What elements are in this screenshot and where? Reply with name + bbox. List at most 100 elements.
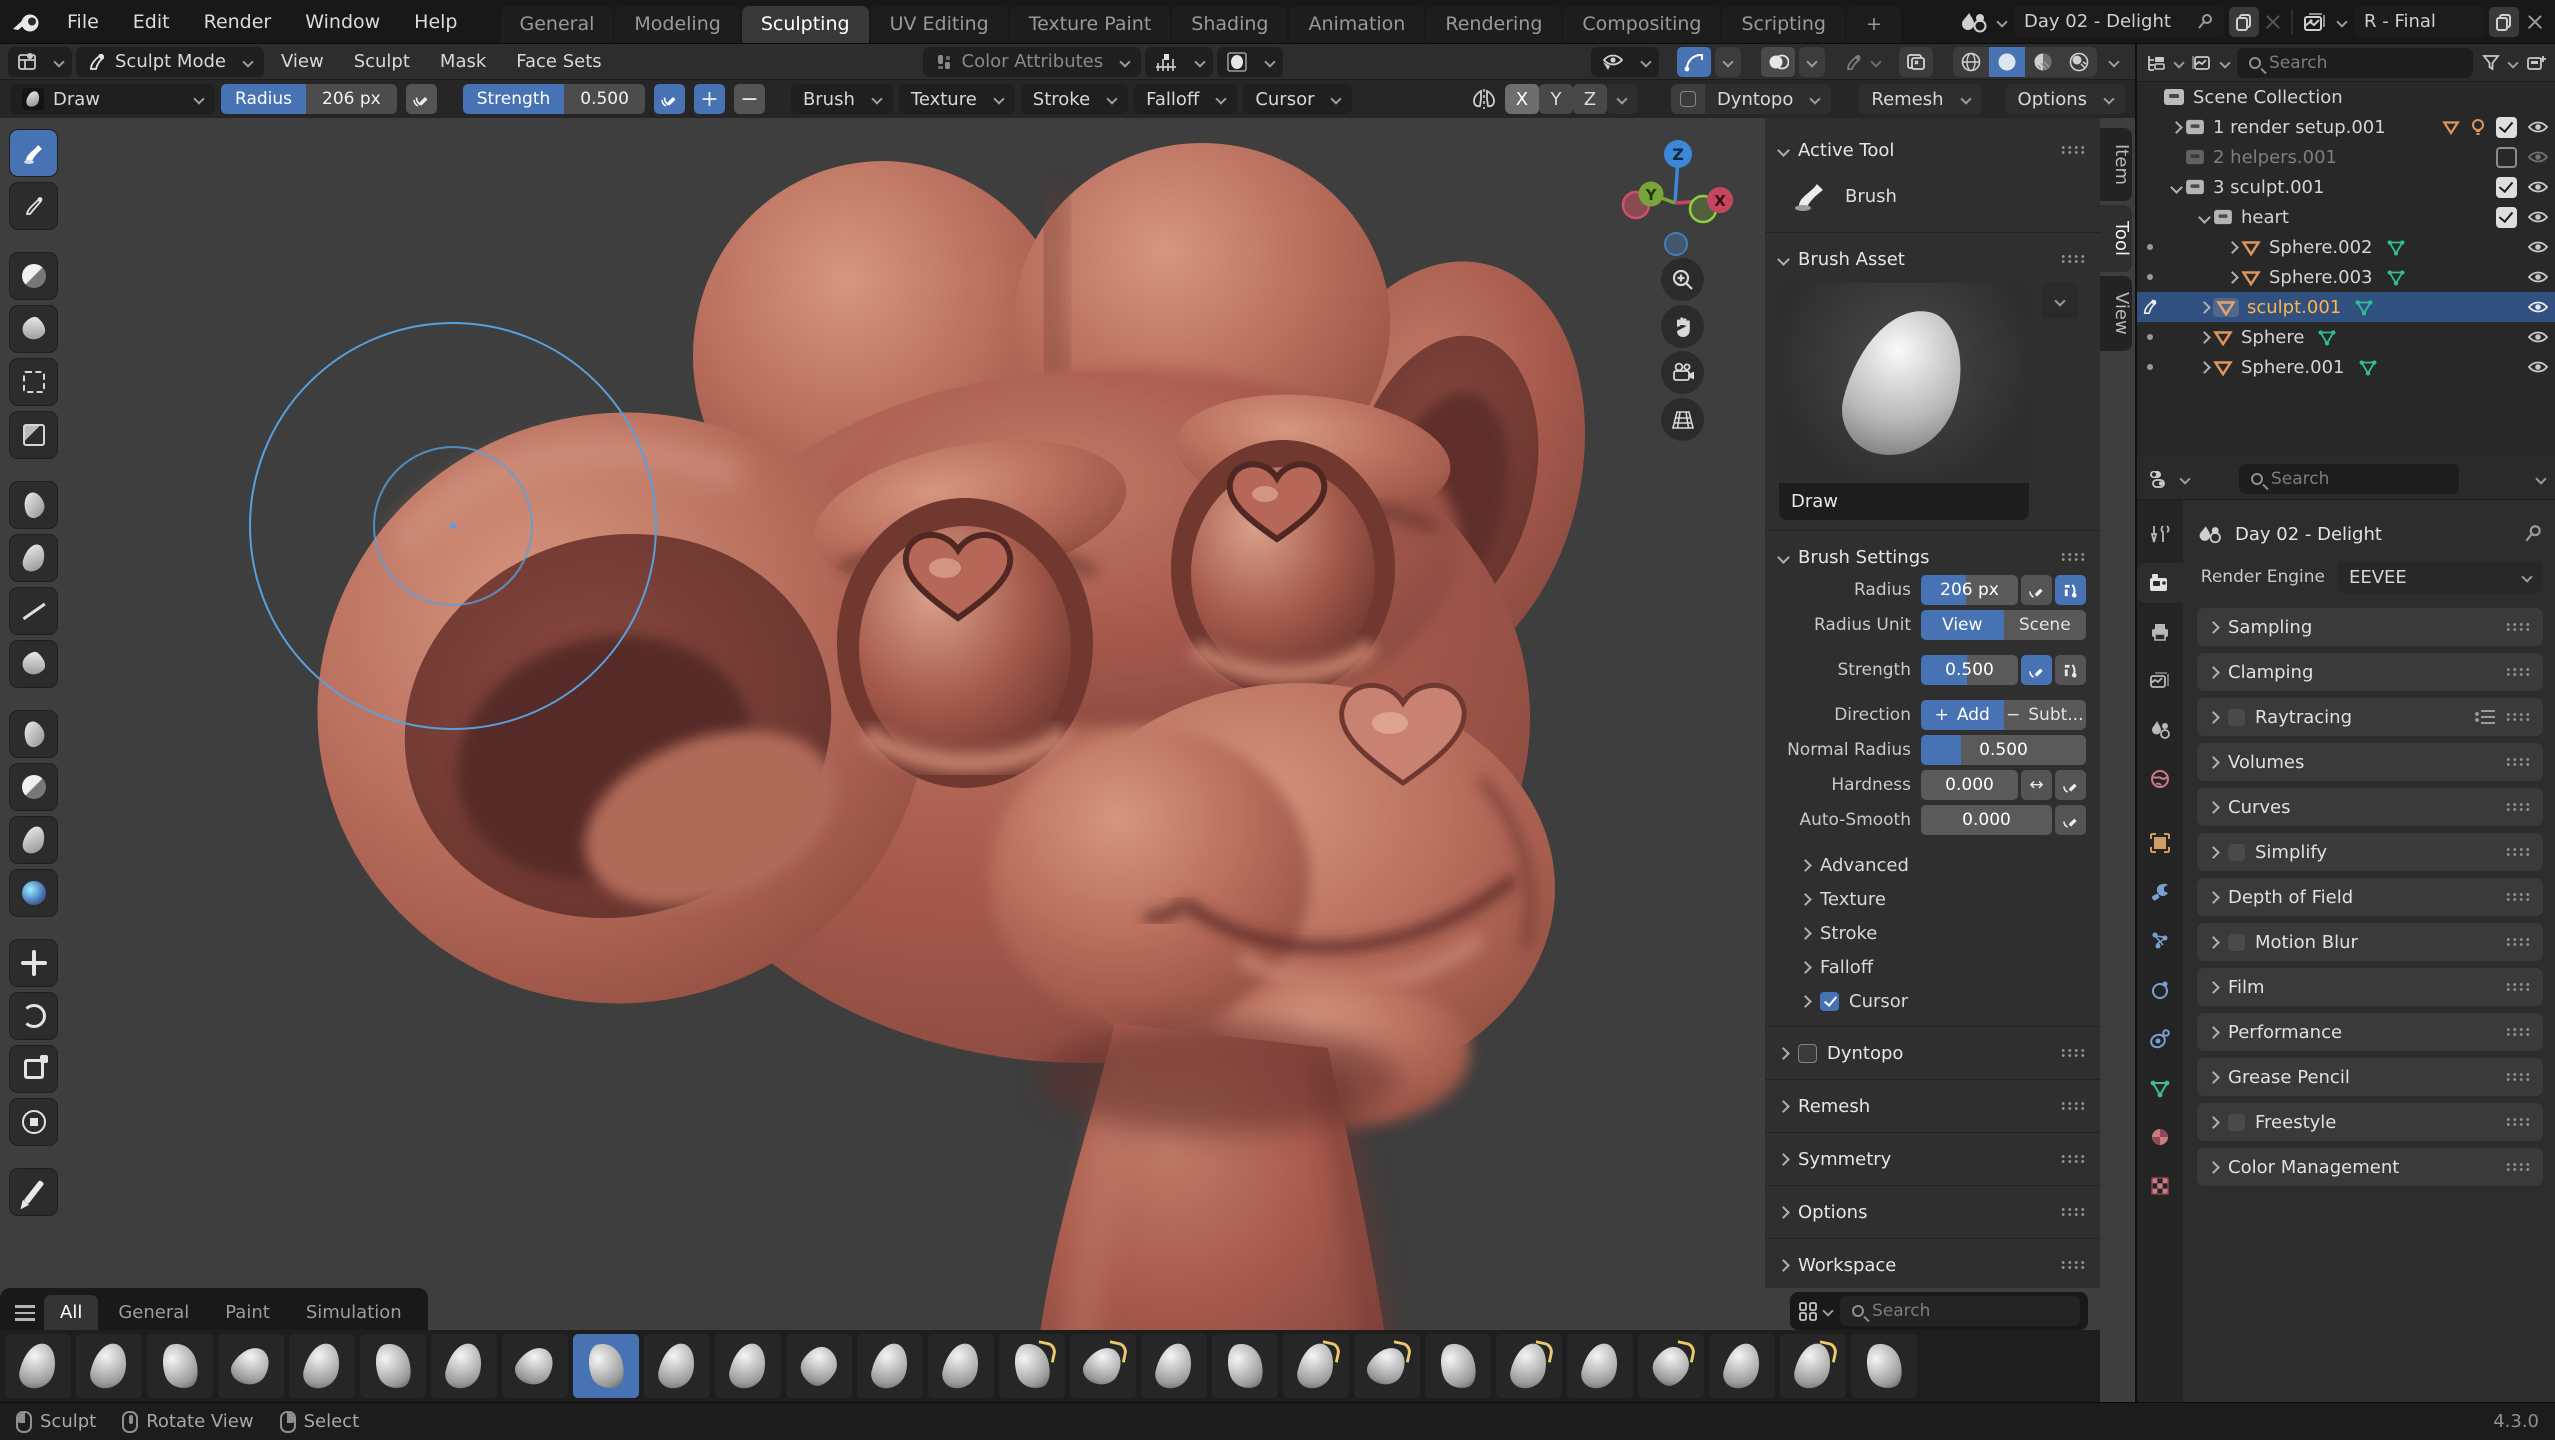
simplify-checkbox[interactable] bbox=[2228, 844, 2245, 861]
color-attributes-dropdown[interactable]: Color Attributes bbox=[923, 47, 1142, 77]
strength-unified-button[interactable] bbox=[2055, 655, 2086, 685]
shelf-menu-button[interactable] bbox=[10, 1300, 40, 1326]
drag-handle[interactable] bbox=[2505, 847, 2531, 857]
outliner-row-helpers[interactable]: 2 helpers.001 bbox=[2137, 142, 2555, 172]
panel-simplify[interactable]: Simplify bbox=[2197, 833, 2543, 871]
workspace-tab-shading[interactable]: Shading bbox=[1172, 6, 1287, 43]
brush-thumb[interactable] bbox=[5, 1334, 71, 1398]
eye-icon[interactable] bbox=[2527, 209, 2549, 225]
filter-chevron[interactable] bbox=[2507, 57, 2518, 68]
tool-color-filter[interactable] bbox=[10, 764, 57, 810]
brush-shape-dropdown[interactable] bbox=[1217, 47, 1283, 77]
tab-object-properties[interactable] bbox=[2137, 823, 2183, 863]
eye-icon[interactable] bbox=[2527, 299, 2549, 315]
tool-mask-by-color[interactable] bbox=[10, 870, 57, 916]
eye-icon[interactable] bbox=[2527, 119, 2549, 135]
brush-thumb[interactable] bbox=[1425, 1334, 1491, 1398]
tool-box-hide[interactable] bbox=[10, 412, 57, 458]
display-mode-chevron[interactable] bbox=[2219, 57, 2230, 68]
radius-unit-view[interactable]: View bbox=[1921, 610, 2004, 640]
sidebar-tab-view[interactable]: View bbox=[2100, 276, 2132, 351]
freestyle-checkbox[interactable] bbox=[2228, 1114, 2245, 1131]
add-workspace-button[interactable]: + bbox=[1847, 6, 1901, 43]
tool-annotate[interactable] bbox=[10, 1169, 57, 1215]
eye-icon[interactable] bbox=[2527, 359, 2549, 375]
brush-thumb[interactable] bbox=[431, 1334, 497, 1398]
brush-thumb[interactable] bbox=[502, 1334, 568, 1398]
drag-handle[interactable] bbox=[2060, 145, 2086, 155]
brush-thumb[interactable] bbox=[1567, 1334, 1633, 1398]
workspace-tab-uv-editing[interactable]: UV Editing bbox=[871, 6, 1008, 43]
brush-thumb[interactable] bbox=[857, 1334, 923, 1398]
menu-sculpt[interactable]: Sculpt bbox=[341, 51, 423, 72]
tool-mesh-filter[interactable] bbox=[10, 641, 57, 687]
panel-depth-of-field[interactable]: Depth of Field bbox=[2197, 878, 2543, 916]
drag-handle[interactable] bbox=[2505, 1027, 2531, 1037]
tab-object-data-properties[interactable] bbox=[2137, 1068, 2183, 1108]
remove-view-layer-icon[interactable] bbox=[2527, 14, 2543, 30]
selectability-dropdown[interactable] bbox=[1591, 47, 1659, 77]
panel-sampling[interactable]: Sampling bbox=[2197, 608, 2543, 646]
properties-search[interactable] bbox=[2239, 464, 2459, 494]
outliner-row-heart[interactable]: heart bbox=[2137, 202, 2555, 232]
dyntopo-menu[interactable]: Dyntopo bbox=[1705, 84, 1831, 114]
tab-modifier-properties[interactable] bbox=[2137, 872, 2183, 912]
drag-handle[interactable] bbox=[2505, 1117, 2531, 1127]
menu-window[interactable]: Window bbox=[288, 11, 397, 33]
shelf-search[interactable] bbox=[1840, 1296, 2080, 1326]
falloff-menu[interactable]: Falloff bbox=[1134, 84, 1237, 114]
tab-output-properties[interactable] bbox=[2137, 612, 2183, 652]
collection-checkbox[interactable] bbox=[2496, 117, 2517, 138]
radius-pressure-button[interactable] bbox=[2021, 575, 2052, 605]
tool-box-mask[interactable] bbox=[10, 359, 57, 405]
radius-slider[interactable]: 206 px bbox=[1921, 575, 2018, 605]
pin-icon[interactable] bbox=[2196, 13, 2214, 31]
normal-radius-slider[interactable]: 0.500 bbox=[1921, 735, 2086, 765]
dyntopo-checkbox[interactable] bbox=[1671, 84, 1705, 114]
active-tool-panel-header[interactable]: Active Tool bbox=[1779, 132, 2086, 168]
hardness-invert-button[interactable]: ↔ bbox=[2021, 770, 2052, 800]
outliner-row-sphere-003[interactable]: Sphere.003 bbox=[2137, 262, 2555, 292]
brush-thumb[interactable] bbox=[786, 1334, 852, 1398]
display-mode-icon[interactable] bbox=[2191, 53, 2213, 73]
outliner-row-sculpt-collection[interactable]: 3 sculpt.001 bbox=[2137, 172, 2555, 202]
view-layer-icon[interactable] bbox=[2303, 11, 2329, 33]
auto-smooth-slider[interactable]: 0.000 bbox=[1921, 805, 2052, 835]
panel-curves[interactable]: Curves bbox=[2197, 788, 2543, 826]
hardness-slider[interactable]: 0.000 bbox=[1921, 770, 2018, 800]
brush-thumb[interactable] bbox=[928, 1334, 994, 1398]
drag-handle[interactable] bbox=[2505, 892, 2531, 902]
shading-wireframe-button[interactable] bbox=[1953, 47, 1989, 77]
panel-motion-blur[interactable]: Motion Blur bbox=[2197, 923, 2543, 961]
shelf-tab-all[interactable]: All bbox=[44, 1295, 98, 1330]
tab-material-properties[interactable] bbox=[2137, 1117, 2183, 1157]
brush-thumb[interactable] bbox=[1709, 1334, 1775, 1398]
workspace-tab-general[interactable]: General bbox=[501, 6, 614, 43]
properties-options-chevron[interactable] bbox=[2535, 473, 2546, 484]
radius-pressure-button[interactable] bbox=[406, 84, 437, 114]
brush-asset-dropdown[interactable] bbox=[2042, 283, 2078, 319]
drag-handle[interactable] bbox=[2060, 1207, 2086, 1217]
workspace-tab-animation[interactable]: Animation bbox=[1289, 6, 1424, 43]
stroke-menu[interactable]: Stroke bbox=[1021, 84, 1128, 114]
panel-raytracing[interactable]: Raytracing bbox=[2197, 698, 2543, 736]
pan-button[interactable] bbox=[1661, 305, 1704, 348]
symmetry-y-button[interactable]: Y bbox=[1539, 84, 1573, 114]
subpanel-stroke[interactable]: Stroke bbox=[1779, 916, 2086, 950]
remesh-menu[interactable]: Remesh bbox=[1859, 84, 1981, 114]
view-layer-chevron[interactable] bbox=[2336, 16, 2347, 27]
dyntopo-panel-header[interactable]: Dyntopo bbox=[1779, 1035, 2086, 1071]
tool-scale[interactable] bbox=[10, 1046, 57, 1092]
tab-constraint-properties[interactable] bbox=[2137, 1019, 2183, 1059]
tab-texture-properties[interactable] bbox=[2137, 1166, 2183, 1206]
workspace-tab-texture-paint[interactable]: Texture Paint bbox=[1010, 6, 1171, 43]
direction-subtract-button[interactable]: − bbox=[734, 84, 765, 114]
symmetry-z-button[interactable]: Z bbox=[1573, 84, 1607, 114]
list-icon[interactable] bbox=[2475, 710, 2495, 724]
outliner-row-sculpt-001-selected[interactable]: sculpt.001 bbox=[2137, 292, 2555, 322]
sidebar-tab-tool[interactable]: Tool bbox=[2100, 205, 2132, 272]
drag-handle[interactable] bbox=[2505, 1072, 2531, 1082]
shading-solid-button[interactable] bbox=[1989, 47, 2025, 77]
shelf-tab-paint[interactable]: Paint bbox=[209, 1295, 286, 1330]
drag-handle[interactable] bbox=[2060, 254, 2086, 264]
